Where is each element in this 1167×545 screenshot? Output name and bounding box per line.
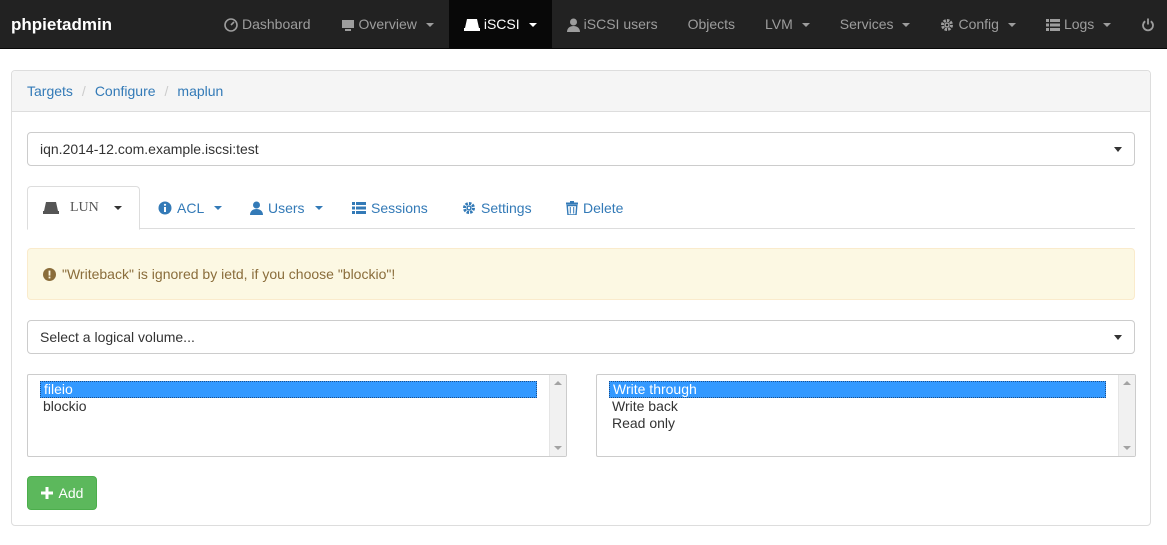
logical-volume-select[interactable]: Select a logical volume... [27,320,1135,354]
tab-label: Users [268,199,305,216]
target-select[interactable]: iqn.2014-12.com.example.iscsi:test [27,132,1135,166]
tab-acl[interactable]: ACL [158,186,223,229]
add-button-label: Add [58,485,84,501]
caret-down-icon [113,206,122,210]
io-type-option-fileio[interactable]: fileio [40,381,537,398]
nav-item-iscsi-users[interactable]: iSCSI users [552,0,673,49]
tab-lun[interactable]: LUN [27,186,140,230]
nav-item-power[interactable] [1126,0,1167,49]
tab-sessions[interactable]: Sessions [352,186,428,229]
exclamation-circle-icon [43,267,56,281]
tab-delete[interactable]: Delete [566,186,623,229]
tab-bar: LUN ACL Users Sessions Settings Delete [27,186,1135,230]
list-icon [352,201,366,214]
trash-icon [566,200,578,215]
scroll-up-icon[interactable] [1123,381,1131,385]
nav-item-iscsi[interactable]: iSCSI [448,0,552,49]
list-icon [1045,18,1060,31]
nav-item-dashboard[interactable]: Dashboard [209,0,326,49]
breadcrumb-targets[interactable]: Targets [27,83,73,99]
nav-item-label: iSCSI users [583,16,658,32]
caret-down-icon [214,205,223,210]
brand-logo[interactable]: phpietadmin [11,0,112,49]
chevron-down-icon [1114,335,1122,340]
scroll-down-icon[interactable] [554,446,562,450]
caret-down-icon [801,22,810,27]
power-icon [1142,18,1155,31]
io-type-listbox[interactable]: fileio blockio [27,374,567,457]
caret-down-icon [1007,22,1016,27]
scroll-down-icon[interactable] [1123,446,1131,450]
tab-label: Sessions [371,199,428,216]
info-circle-icon [158,201,172,214]
nav-item-label: Logs [1063,16,1095,32]
write-mode-option-write-through[interactable]: Write through [609,381,1106,398]
chevron-down-icon [1114,147,1122,152]
nav-item-services[interactable]: Services [825,0,926,49]
user-icon [566,18,580,32]
breadcrumb-maplun[interactable]: maplun [177,83,223,99]
caret-down-icon [425,22,434,27]
dashboard-icon [224,17,238,32]
nav-item-label: Services [839,16,894,32]
tab-label: Delete [583,199,624,216]
user-icon [250,201,263,215]
gear-icon [463,201,475,214]
alert-text: "Writeback" is ignored by ietd, if you c… [62,266,396,282]
nav-item-label: Objects [687,16,736,32]
warning-alert: "Writeback" is ignored by ietd, if you c… [27,248,1135,300]
nav-item-label: iSCSI [483,16,520,32]
nav-item-logs[interactable]: Logs [1031,0,1126,49]
write-mode-scrollbar[interactable] [1118,375,1135,456]
gear-icon [941,18,954,31]
breadcrumb-separator: / [164,83,169,99]
write-mode-listbox[interactable]: Write through Write back Read only [596,374,1136,457]
nav-item-label: Dashboard [242,16,311,32]
scroll-up-icon[interactable] [554,381,562,385]
add-button[interactable]: Add [27,476,97,510]
tab-label: Settings [481,199,532,216]
breadcrumb: Targets / Configure / maplun [12,71,1150,112]
hdd-icon [43,202,59,214]
nav-item-label: Config [958,16,999,32]
nav-item-label: LVM [765,16,793,32]
tab-label: ACL [177,199,205,216]
nav-item-lvm[interactable]: LVM [750,0,825,49]
io-type-scrollbar[interactable] [549,375,566,456]
tab-users[interactable]: Users [250,186,323,229]
write-mode-option-read-only[interactable]: Read only [609,415,1106,432]
caret-down-icon [314,205,323,210]
tab-label: LUN [70,200,99,215]
breadcrumb-separator: / [81,83,86,99]
caret-down-icon [902,22,911,27]
tab-settings[interactable]: Settings [462,186,532,229]
caret-down-icon [1103,22,1112,27]
logical-volume-placeholder: Select a logical volume... [40,329,195,345]
navbar: phpietadmin Dashboard Overview iSCSI iSC… [0,0,1167,49]
hdd-icon [463,18,480,31]
io-type-option-blockio[interactable]: blockio [40,398,537,415]
nav-item-label: Overview [358,16,417,32]
nav-menu: Dashboard Overview iSCSI iSCSI users Obj… [209,0,1167,49]
nav-item-config[interactable]: Config [925,0,1030,49]
caret-down-icon [528,22,537,27]
write-mode-option-write-back[interactable]: Write back [609,398,1106,415]
plus-icon [40,487,53,499]
monitor-icon [341,19,354,31]
nav-item-objects[interactable]: Objects [673,0,750,49]
target-select-value: iqn.2014-12.com.example.iscsi:test [40,141,259,157]
main-panel: Targets / Configure / maplun iqn.2014-12… [11,70,1151,526]
breadcrumb-configure[interactable]: Configure [95,83,156,99]
nav-item-overview[interactable]: Overview [326,0,449,49]
